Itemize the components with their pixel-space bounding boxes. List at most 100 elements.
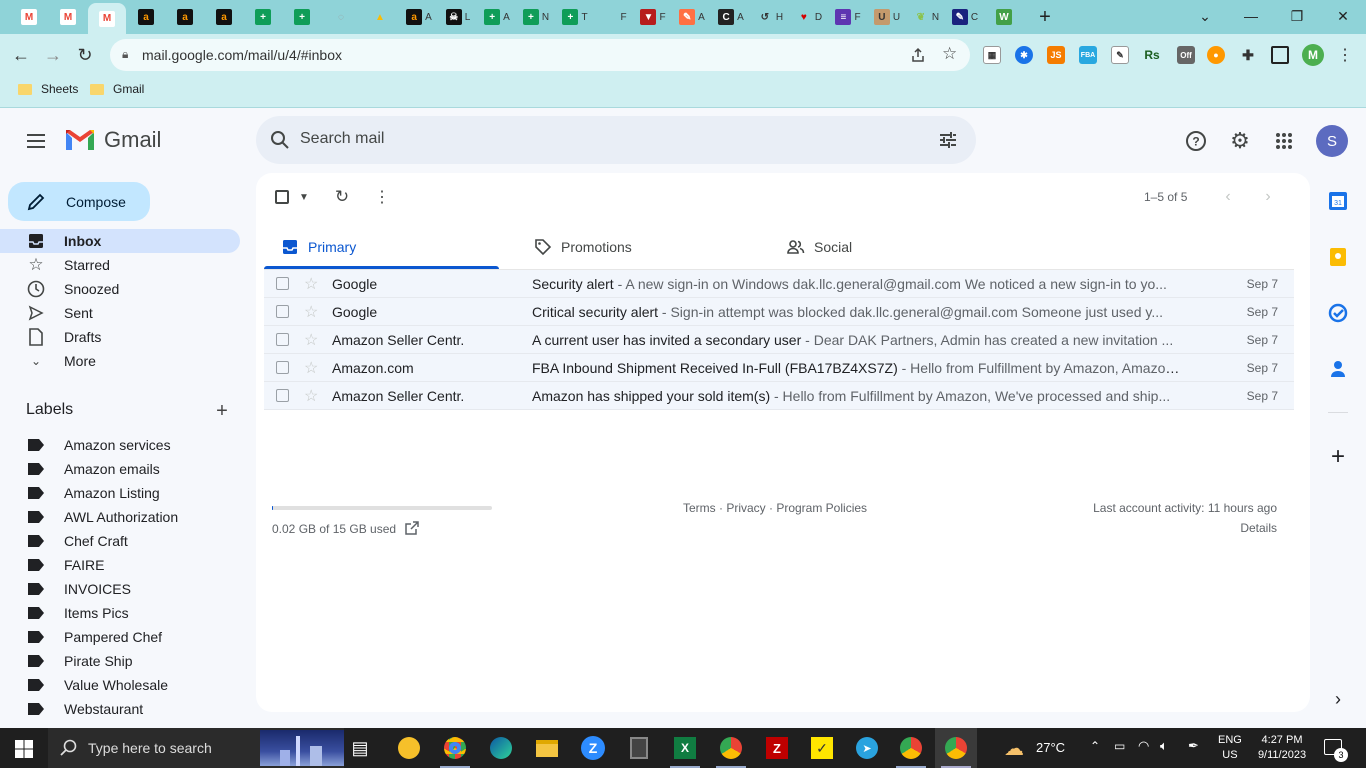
back-icon[interactable]: ← <box>6 40 36 70</box>
restore-icon[interactable]: ❐ <box>1274 0 1320 32</box>
calendar-icon[interactable]: 31 <box>1328 191 1348 211</box>
older-chevron-icon[interactable]: › <box>1258 187 1278 207</box>
contacts-icon[interactable] <box>1328 359 1348 379</box>
browser-tab[interactable]: ▼ F <box>634 2 672 32</box>
star-icon[interactable]: ☆ <box>304 358 318 378</box>
select-dropdown-icon[interactable]: ▼ <box>294 187 314 207</box>
bookmark-sheets[interactable]: Sheets <box>18 82 78 96</box>
task-view-icon[interactable]: ▤ <box>346 734 374 762</box>
browser-tab[interactable]: + N <box>517 2 555 32</box>
browser-tab[interactable]: a <box>205 2 243 32</box>
lock-icon[interactable]: 🔒︎ <box>122 47 128 62</box>
profile-avatar[interactable]: M <box>1302 44 1324 66</box>
label-item[interactable]: Amazon Listing <box>0 481 240 505</box>
ext-rs-icon[interactable]: Rs <box>1143 46 1161 64</box>
volume-icon[interactable]: 🔈︎ <box>1160 738 1168 754</box>
browser-tab[interactable]: a <box>127 2 165 32</box>
close-window-icon[interactable]: ✕ <box>1320 0 1366 32</box>
add-addon-icon[interactable]: + <box>1328 443 1348 470</box>
bookmark-gmail[interactable]: Gmail <box>90 82 144 96</box>
wifi-icon[interactable]: ◠ <box>1138 738 1149 754</box>
taskbar-notes-icon[interactable]: ✓ <box>808 734 836 762</box>
browser-tab[interactable]: + <box>283 2 321 32</box>
search-icon[interactable] <box>270 130 290 150</box>
browser-tab[interactable]: ≡ F <box>829 2 867 32</box>
keep-icon[interactable] <box>1328 247 1348 267</box>
forward-icon[interactable]: → <box>38 40 68 70</box>
nav-item-more[interactable]: ⌄ More <box>0 349 240 373</box>
taskbar-chrome-profile-icon[interactable] <box>717 734 745 762</box>
nav-item-sent[interactable]: Sent <box>0 301 240 325</box>
label-item[interactable]: INVOICES <box>0 577 240 601</box>
details-link[interactable]: Details <box>1240 521 1277 535</box>
browser-tab[interactable]: ✎ C <box>946 2 984 32</box>
email-row[interactable]: ☆ Amazon Seller Centr. A current user has … <box>264 326 1294 354</box>
taskbar-chrome-icon[interactable] <box>441 734 469 762</box>
nav-item-starred[interactable]: ☆ Starred <box>0 253 240 277</box>
new-tab-icon[interactable]: + <box>1026 2 1064 32</box>
nav-item-snoozed[interactable]: Snoozed <box>0 277 240 301</box>
ext-edit-icon[interactable]: ✎ <box>1111 46 1129 64</box>
apps-grid-icon[interactable] <box>1272 129 1296 153</box>
open-external-icon[interactable] <box>405 521 420 535</box>
pen-icon[interactable]: ✒ <box>1188 738 1199 754</box>
star-icon[interactable]: ☆ <box>304 330 318 350</box>
nav-item-drafts[interactable]: Drafts <box>0 325 240 349</box>
row-checkbox[interactable] <box>276 305 289 318</box>
email-row[interactable]: ☆ Amazon.com FBA Inbound Shipment Received… <box>264 354 1294 382</box>
label-item[interactable]: AWL Authorization <box>0 505 240 529</box>
ext-calendar-icon[interactable]: ▦ <box>983 46 1001 64</box>
taskbar-excel-icon[interactable]: X <box>671 734 699 762</box>
browser-tab[interactable]: UU <box>868 2 906 32</box>
newer-chevron-icon[interactable]: ‹ <box>1218 187 1238 207</box>
browser-tab[interactable]: ▲ <box>361 2 399 32</box>
tab-social[interactable]: Social <box>770 225 1005 269</box>
tab-primary[interactable]: Primary <box>264 225 499 269</box>
label-item[interactable]: Pirate Ship <box>0 649 240 673</box>
row-checkbox[interactable] <box>276 361 289 374</box>
taskbar-edge-icon[interactable] <box>487 734 515 762</box>
row-checkbox[interactable] <box>276 333 289 346</box>
ext-off-icon[interactable]: Off <box>1177 46 1195 64</box>
ext-fba-icon[interactable]: FBA <box>1079 46 1097 64</box>
battery-icon[interactable]: ▭ <box>1114 739 1125 753</box>
taskbar-chrome-profile2-icon[interactable] <box>897 734 925 762</box>
label-item[interactable]: Amazon emails <box>0 457 240 481</box>
more-actions-icon[interactable]: ⋮ <box>372 187 392 207</box>
browser-tab[interactable]: W <box>985 2 1023 32</box>
star-icon[interactable]: ☆ <box>304 302 318 322</box>
browser-tab[interactable]: + <box>244 2 282 32</box>
search-input[interactable] <box>300 130 900 148</box>
browser-tab[interactable]: ☠ L <box>439 2 477 32</box>
bookmark-star-icon[interactable]: ☆ <box>942 44 957 64</box>
account-avatar[interactable]: S <box>1316 125 1348 157</box>
label-item[interactable]: Webstaurant <box>0 697 240 721</box>
label-item[interactable]: Chef Craft <box>0 529 240 553</box>
label-item[interactable]: Items Pics <box>0 601 240 625</box>
weather-icon[interactable]: ☁ <box>1000 734 1028 762</box>
taskbar-telegram-icon[interactable]: ➤ <box>853 734 881 762</box>
search-options-icon[interactable] <box>938 130 958 150</box>
settings-gear-icon[interactable]: ⚙ <box>1228 128 1252 153</box>
taskbar-search[interactable]: Type here to search <box>48 728 344 768</box>
tab-search-icon[interactable]: ⌄ <box>1182 0 1228 32</box>
expand-panel-chevron-icon[interactable]: › <box>1328 689 1348 709</box>
address-bar[interactable]: 🔒︎ mail.google.com/mail/u/4/#inbox ☆ <box>110 39 970 71</box>
gmail-logo[interactable]: Gmail <box>64 127 161 153</box>
browser-tab[interactable]: a <box>166 2 204 32</box>
clock[interactable]: 4:27 PM 9/11/2023 <box>1254 733 1310 763</box>
tasks-icon[interactable] <box>1328 303 1348 323</box>
email-row[interactable]: ☆ Google Security alert - A new sign-in on… <box>264 270 1294 298</box>
taskbar-zoom-icon[interactable]: Z <box>579 734 607 762</box>
url-text[interactable]: mail.google.com/mail/u/4/#inbox <box>142 47 342 63</box>
minimize-icon[interactable]: — <box>1228 0 1274 32</box>
select-all-checkbox[interactable] <box>272 187 292 207</box>
help-icon[interactable]: ? <box>1184 129 1208 153</box>
taskbar-chrome-active-icon[interactable] <box>942 734 970 762</box>
browser-tab[interactable]: + T <box>556 2 594 32</box>
browser-tab[interactable]: ❦ N <box>907 2 945 32</box>
star-icon[interactable]: ☆ <box>304 386 318 406</box>
ext-js-icon[interactable]: JS <box>1047 46 1065 64</box>
browser-tab[interactable]: M <box>49 2 87 32</box>
search-bar[interactable] <box>256 116 976 164</box>
